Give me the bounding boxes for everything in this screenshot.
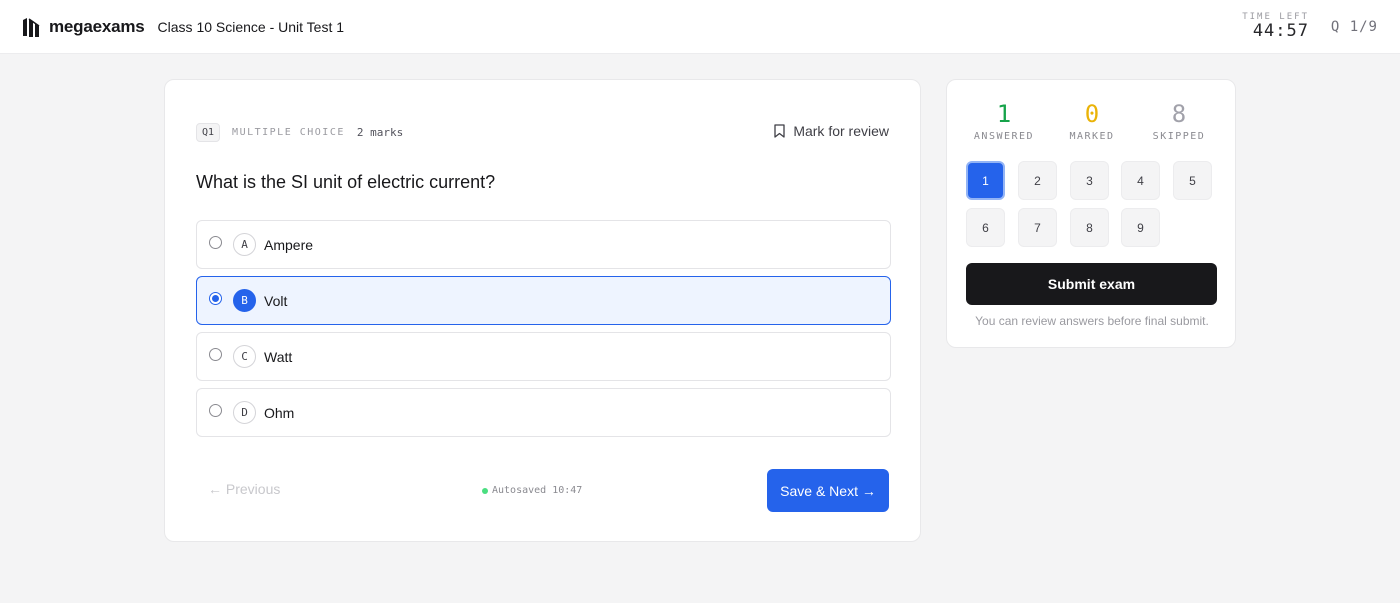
answered-count: 1 xyxy=(996,100,1012,128)
timer: TIME LEFT 44:57 xyxy=(1242,12,1309,40)
submit-exam-button[interactable]: Submit exam xyxy=(966,263,1217,305)
brand-name: megaexams xyxy=(49,16,145,36)
previous-button[interactable]: ← Previous xyxy=(208,481,280,497)
radio-button[interactable] xyxy=(209,404,222,417)
stat-skipped: 8 SKIPPED xyxy=(1137,100,1221,142)
option-label: Watt xyxy=(264,348,293,365)
submit-note: You can review answers before final subm… xyxy=(975,314,1209,328)
option-label: Volt xyxy=(264,292,288,309)
radio-button[interactable] xyxy=(209,236,222,249)
question-type: MULTIPLE CHOICE xyxy=(232,127,345,138)
autosave-status: Autosaved 10:47 xyxy=(482,485,582,496)
palette-question-5[interactable]: 5 xyxy=(1173,161,1212,200)
marked-label: MARKED xyxy=(1069,131,1115,142)
option-letter: A xyxy=(233,233,256,256)
palette-question-6[interactable]: 6 xyxy=(966,208,1005,247)
question-card: Q1 MULTIPLE CHOICE 2 marks Mark for revi… xyxy=(164,79,921,542)
top-bar: megaexams Class 10 Science - Unit Test 1… xyxy=(0,0,1400,54)
option-a[interactable]: A Ampere xyxy=(196,220,891,269)
logo-icon xyxy=(23,17,40,37)
question-number-badge: Q1 xyxy=(196,123,221,142)
option-label: Ohm xyxy=(264,404,295,421)
mark-for-review-button[interactable]: Mark for review xyxy=(774,123,889,139)
answered-label: ANSWERED xyxy=(973,131,1035,142)
skipped-label: SKIPPED xyxy=(1152,131,1206,142)
logo[interactable]: megaexams xyxy=(22,16,145,38)
question-text: What is the SI unit of electric current? xyxy=(196,172,496,192)
autosave-dot-icon xyxy=(482,487,488,494)
palette-question-4[interactable]: 4 xyxy=(1121,161,1160,200)
option-letter: C xyxy=(233,345,256,368)
question-counter: Q 1/9 xyxy=(1330,19,1378,35)
option-b[interactable]: B Volt xyxy=(196,276,891,325)
option-d[interactable]: D Ohm xyxy=(196,388,891,437)
option-c[interactable]: C Watt xyxy=(196,332,891,381)
radio-button[interactable] xyxy=(209,292,222,305)
palette-question-8[interactable]: 8 xyxy=(1070,208,1109,247)
option-letter: D xyxy=(233,401,256,424)
palette-question-9[interactable]: 9 xyxy=(1121,208,1160,247)
palette-question-3[interactable]: 3 xyxy=(1070,161,1109,200)
save-and-next-button[interactable]: Save & Next → xyxy=(767,469,889,512)
summary-panel: 1 ANSWERED 0 MARKED 8 SKIPPED 1 2 3 4 5 … xyxy=(946,79,1236,348)
stat-answered: 1 ANSWERED xyxy=(962,100,1046,142)
mark-for-review-label: Mark for review xyxy=(793,123,889,139)
answer-options: A Ampere B Volt C Watt D Ohm xyxy=(196,220,891,444)
autosave-text: Autosaved 10:47 xyxy=(492,485,583,496)
exam-title: Class 10 Science - Unit Test 1 xyxy=(157,18,345,35)
question-marks: 2 marks xyxy=(356,126,404,139)
palette-question-1[interactable]: 1 xyxy=(966,161,1005,200)
stat-marked: 0 MARKED xyxy=(1050,100,1134,142)
question-meta: Q1 MULTIPLE CHOICE 2 marks xyxy=(196,123,403,142)
option-label: Ampere xyxy=(264,236,314,253)
marked-count: 0 xyxy=(1084,100,1100,128)
skipped-count: 8 xyxy=(1171,100,1187,128)
palette-question-7[interactable]: 7 xyxy=(1018,208,1057,247)
palette-question-2[interactable]: 2 xyxy=(1018,161,1057,200)
option-letter: B xyxy=(233,289,256,312)
bookmark-icon xyxy=(774,124,785,138)
timer-value: 44:57 xyxy=(1252,21,1309,41)
radio-button[interactable] xyxy=(209,348,222,361)
